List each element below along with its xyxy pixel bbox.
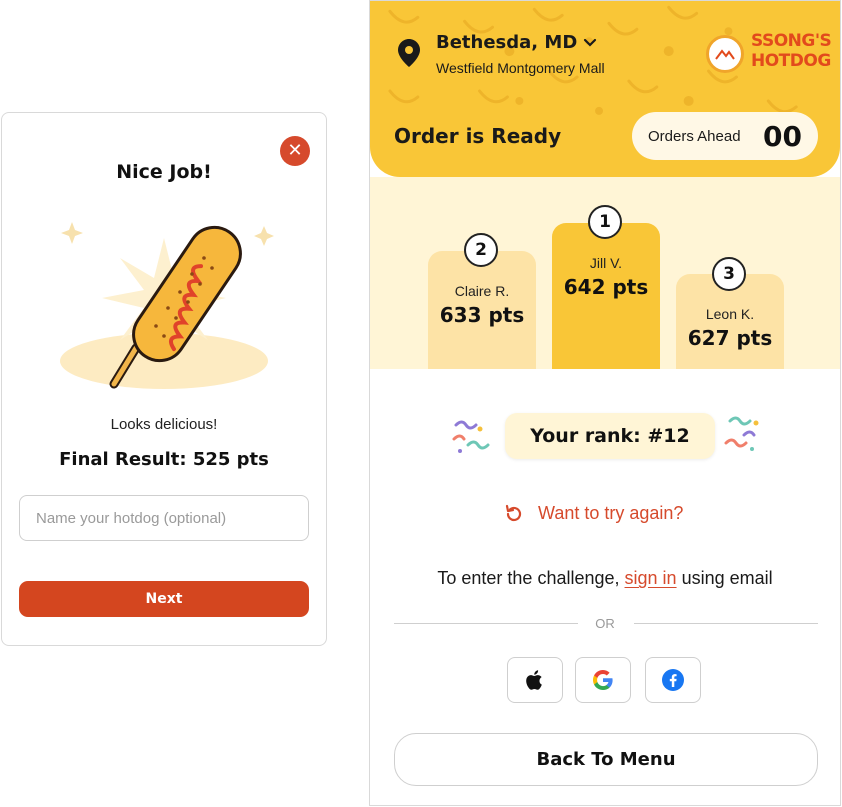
orders-ahead-count: 00 bbox=[763, 119, 802, 153]
google-icon bbox=[593, 670, 613, 690]
brand-logo-icon bbox=[706, 35, 744, 73]
corn-dog-illustration bbox=[60, 222, 274, 389]
sign-in-link[interactable]: sign in bbox=[625, 568, 677, 588]
rank-badge: 3 bbox=[712, 257, 746, 291]
podium-score: 633 pts bbox=[439, 303, 525, 327]
location-mall: Westfield Montgomery Mall bbox=[436, 60, 605, 76]
podium-second: Claire R. 633 pts bbox=[428, 251, 536, 369]
order-status-title: Order is Ready bbox=[394, 124, 562, 148]
podium-score: 627 pts bbox=[687, 326, 773, 350]
challenge-text: To enter the challenge, sign in using em… bbox=[370, 568, 840, 589]
podium-first: Jill V. 642 pts bbox=[552, 223, 660, 369]
leaderboard-podium: Claire R. 633 pts 2 Jill V. 642 pts 1 Le… bbox=[370, 177, 840, 369]
rank-badge: 1 bbox=[588, 205, 622, 239]
caption: Looks delicious! bbox=[110, 416, 218, 433]
podium-score: 642 pts bbox=[563, 275, 649, 299]
brand-line2: HOTDOG bbox=[751, 51, 831, 71]
chevron-down-icon bbox=[584, 38, 597, 47]
confetti-icon bbox=[724, 416, 759, 451]
confetti-icon bbox=[452, 420, 490, 453]
try-again-link[interactable]: Want to try again? bbox=[504, 503, 683, 524]
orders-ahead-pill: Orders Ahead 00 bbox=[632, 112, 818, 160]
podium-name: Claire R. bbox=[454, 283, 510, 299]
brand-logo: SSONG'S HOTDOG bbox=[706, 31, 832, 77]
google-sign-in-button[interactable] bbox=[575, 657, 631, 703]
location-selector[interactable]: Bethesda, MD bbox=[436, 32, 597, 53]
divider-right bbox=[634, 623, 818, 624]
modal-title: Nice Job! bbox=[116, 161, 212, 183]
your-rank-badge: Your rank: #12 bbox=[505, 413, 715, 459]
location-city: Bethesda, MD bbox=[436, 32, 578, 53]
facebook-sign-in-button[interactable] bbox=[645, 657, 701, 703]
result-modal: ✕ Nice Job! Looks delicious! Final Resul… bbox=[1, 112, 327, 646]
back-to-menu-button[interactable]: Back To Menu bbox=[394, 733, 818, 786]
podium-name: Leon K. bbox=[705, 306, 755, 322]
apple-icon bbox=[526, 670, 542, 690]
brand-line1: SSONG'S bbox=[751, 31, 832, 51]
next-button[interactable]: Next bbox=[19, 581, 309, 617]
orders-ahead-label: Orders Ahead bbox=[648, 127, 741, 145]
try-again-label: Want to try again? bbox=[538, 503, 684, 523]
final-result: Final Result: 525 pts bbox=[59, 449, 269, 470]
phone-screen: Bethesda, MD Westfield Montgomery Mall S… bbox=[369, 0, 841, 806]
challenge-suffix: using email bbox=[681, 568, 773, 588]
challenge-prefix: To enter the challenge, bbox=[437, 568, 620, 588]
hotdog-name-input[interactable] bbox=[19, 495, 309, 541]
podium-name: Jill V. bbox=[589, 255, 623, 271]
header: Bethesda, MD Westfield Montgomery Mall S… bbox=[370, 1, 840, 177]
brand-name: SSONG'S HOTDOG bbox=[751, 31, 832, 71]
location-pin-icon bbox=[398, 39, 420, 67]
facebook-icon bbox=[662, 669, 684, 691]
apple-sign-in-button[interactable] bbox=[507, 657, 563, 703]
retry-icon bbox=[505, 504, 522, 521]
rank-badge: 2 bbox=[464, 233, 498, 267]
